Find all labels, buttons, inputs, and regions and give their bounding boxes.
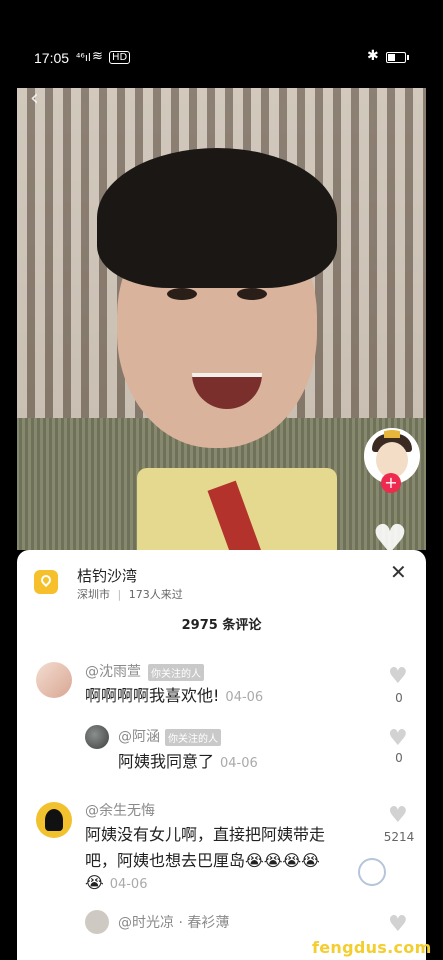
- loading-spinner-icon: [358, 858, 386, 886]
- comment-time: 04-06: [109, 877, 148, 892]
- back-icon[interactable]: ‹: [30, 86, 39, 111]
- video-hair: [97, 148, 337, 288]
- reply-text: 阿姨我同意了 04-06: [118, 749, 258, 777]
- close-icon[interactable]: ✕: [390, 560, 407, 584]
- avatar[interactable]: [36, 662, 72, 698]
- comment-time: 04-06: [225, 690, 264, 705]
- following-tag: 你关注的人: [148, 664, 204, 681]
- comment-count: 2975 条评论: [181, 618, 262, 633]
- avatar[interactable]: [36, 802, 72, 838]
- video-eye-right: [237, 288, 267, 300]
- reply-author[interactable]: @阿涵: [118, 726, 160, 746]
- location-visitors: 173人来过: [128, 588, 183, 601]
- bluetooth-icon: ✱: [367, 48, 379, 64]
- comment-author[interactable]: @时光凉 · 春衫薄: [118, 912, 229, 932]
- location-separator: |: [117, 588, 122, 601]
- comment-like-count: 5214: [383, 830, 415, 844]
- location-pin-icon: [34, 570, 58, 594]
- comment-author[interactable]: @余生无悔: [85, 800, 155, 820]
- location-title[interactable]: 桔钓沙湾: [77, 565, 137, 586]
- watermark: fengdus.com: [312, 938, 432, 957]
- location-subtitle: 深圳市 | 173人来过: [77, 586, 183, 602]
- comment-like-icon[interactable]: ♥: [388, 803, 408, 828]
- following-tag: 你关注的人: [165, 729, 221, 746]
- hd-icon: HD: [109, 51, 131, 64]
- follow-plus-icon[interactable]: +: [381, 473, 401, 493]
- video-player[interactable]: [17, 88, 426, 550]
- location-city: 深圳市: [77, 588, 110, 601]
- status-time: 17:05: [34, 50, 70, 66]
- signal-icon: ⁴⁶ıl: [76, 51, 91, 64]
- comments-sheet: 桔钓沙湾 深圳市 | 173人来过 ✕ 2975 条评论 @沈雨萱 你关注的人 …: [17, 550, 426, 960]
- video-eye-left: [167, 288, 197, 300]
- comment-like-icon[interactable]: ♥: [388, 664, 408, 689]
- comment-like-icon[interactable]: ♥: [388, 912, 408, 937]
- comment-text: 啊啊啊啊我喜欢他! 04-06: [85, 683, 263, 711]
- comment-body: 啊啊啊啊我喜欢他!: [85, 686, 220, 705]
- comment-emoji: 😭: [85, 873, 104, 892]
- reply-like-icon[interactable]: ♥: [388, 726, 408, 751]
- comment-text-line-3: 😭 04-06: [85, 870, 147, 898]
- battery-icon: [386, 52, 409, 63]
- reply-time: 04-06: [220, 756, 258, 771]
- wifi-icon: ≋: [92, 49, 103, 64]
- reply-like-count: 0: [395, 751, 403, 765]
- status-bar: 17:05 ⁴⁶ıl ≋ HD ✱: [0, 0, 443, 88]
- comment-author[interactable]: @沈雨萱: [85, 661, 141, 681]
- comment-text-line-1: 阿姨没有女儿啊，直接把阿姨带走: [85, 825, 326, 844]
- reply-body: 阿姨我同意了: [118, 752, 215, 771]
- comment-like-count: 0: [395, 691, 403, 705]
- avatar[interactable]: [85, 910, 109, 934]
- avatar[interactable]: [85, 725, 109, 749]
